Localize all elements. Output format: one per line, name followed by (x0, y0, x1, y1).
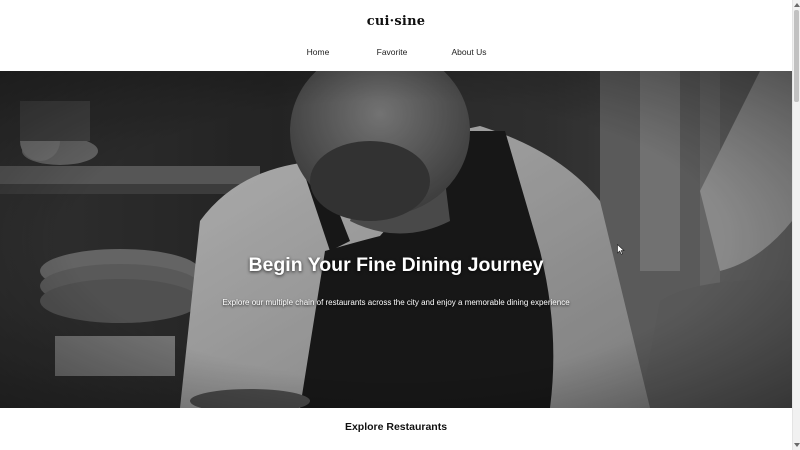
scroll-up-arrow-icon[interactable] (794, 3, 800, 7)
explore-restaurants-heading: Explore Restaurants (344, 421, 448, 433)
hero-section: Begin Your Fine Dining Journey Explore o… (0, 71, 792, 408)
scroll-down-arrow-icon[interactable] (794, 443, 800, 447)
nav-link-home[interactable]: Home (288, 47, 348, 57)
main-nav: Home Favorite About Us (0, 47, 792, 57)
page-scrollbar[interactable] (792, 0, 800, 450)
scroll-thumb[interactable] (794, 10, 799, 102)
site-logo[interactable]: cui·sine (0, 14, 792, 29)
hero-subtitle: Explore our multiple chain of restaurant… (222, 298, 570, 307)
page: cui·sine Home Favorite About Us Begin Yo… (0, 0, 800, 450)
nav-link-favorite[interactable]: Favorite (362, 47, 422, 57)
mouse-cursor-icon (617, 244, 625, 255)
site-header: cui·sine Home Favorite About Us (0, 0, 792, 71)
nav-link-about-us[interactable]: About Us (434, 47, 504, 57)
hero-background-image (0, 71, 792, 408)
hero-title: Begin Your Fine Dining Journey (248, 254, 544, 276)
